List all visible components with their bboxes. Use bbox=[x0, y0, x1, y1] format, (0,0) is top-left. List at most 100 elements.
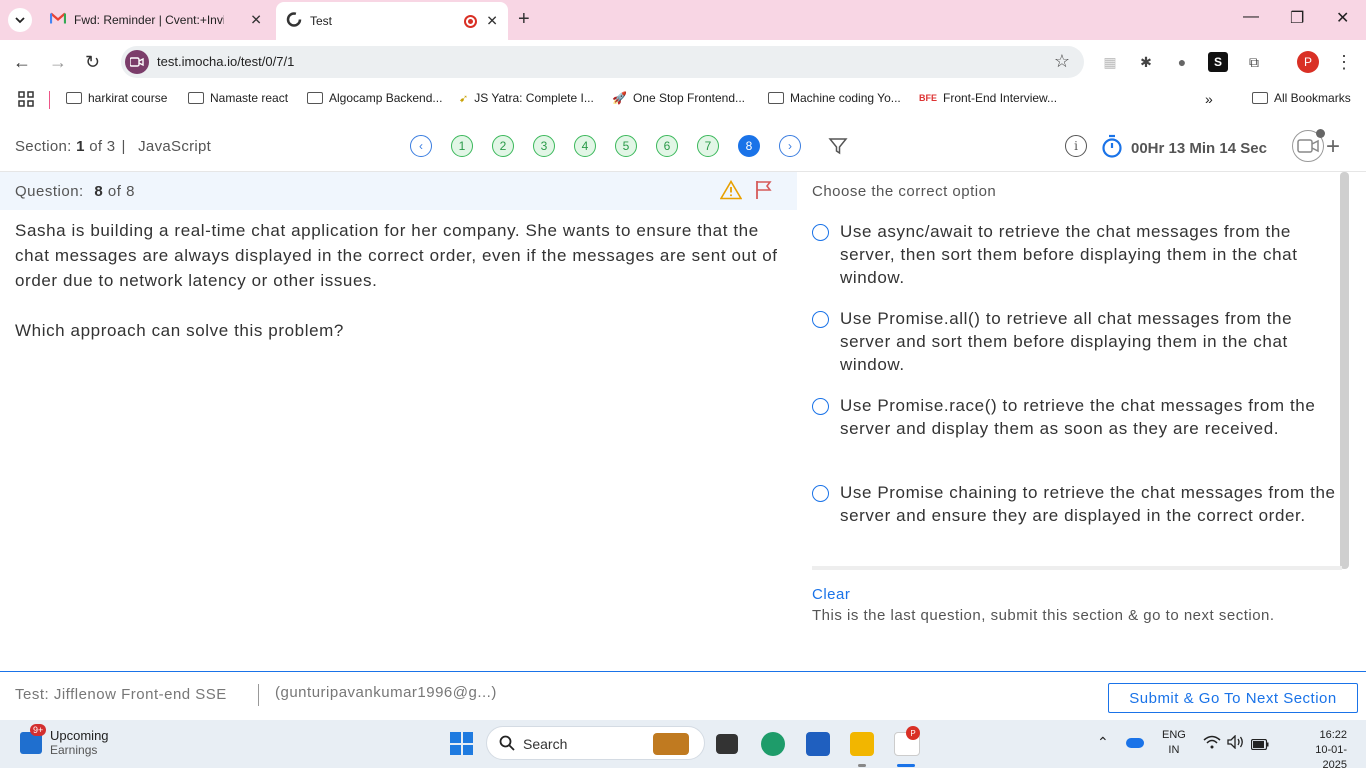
radio-button[interactable] bbox=[812, 485, 829, 502]
question-bubble-5[interactable]: 5 bbox=[615, 135, 637, 157]
file-explorer-icon[interactable] bbox=[850, 732, 874, 756]
bfe-icon: BFE bbox=[919, 93, 937, 103]
radio-button[interactable] bbox=[812, 311, 829, 328]
report-warning-icon[interactable] bbox=[719, 179, 743, 205]
question-bubble-3[interactable]: 3 bbox=[533, 135, 555, 157]
system-clock[interactable]: 16:22 10-01-2025 bbox=[1305, 728, 1347, 773]
language-indicator[interactable]: ENG IN bbox=[1162, 728, 1186, 758]
site-info-icon[interactable] bbox=[125, 50, 149, 74]
store-icon[interactable] bbox=[806, 732, 830, 756]
bookmark-item[interactable]: Algocamp Backend... bbox=[307, 91, 442, 105]
folder-icon bbox=[66, 92, 82, 104]
more-bookmarks-icon[interactable]: » bbox=[1205, 91, 1213, 107]
extension-beetle-icon[interactable]: ● bbox=[1172, 52, 1192, 72]
search-highlight-icon bbox=[653, 733, 689, 755]
tab-search-button[interactable] bbox=[8, 8, 32, 32]
folder-icon bbox=[307, 92, 323, 104]
browser-chrome: Fwd: Reminder | Cvent:+Invitati ✕ Test ✕… bbox=[0, 0, 1366, 120]
back-icon[interactable]: ← bbox=[13, 52, 31, 73]
radio-button[interactable] bbox=[812, 398, 829, 415]
close-icon[interactable]: ✕ bbox=[486, 13, 498, 30]
question-bubble-2[interactable]: 2 bbox=[492, 135, 514, 157]
question-bubble-1[interactable]: 1 bbox=[451, 135, 473, 157]
wifi-icon[interactable] bbox=[1203, 735, 1221, 752]
task-view-icon[interactable] bbox=[716, 734, 738, 754]
tab-test[interactable]: Test ✕ bbox=[276, 2, 508, 40]
chrome-icon[interactable]: P bbox=[894, 726, 920, 756]
info-icon[interactable]: i bbox=[1065, 135, 1087, 157]
imocha-icon bbox=[286, 12, 302, 31]
answer-option-2[interactable]: Use Promise.all() to retrieve all chat m… bbox=[812, 307, 1342, 376]
question-bubble-6[interactable]: 6 bbox=[656, 135, 678, 157]
widgets-button[interactable]: 9+ Upcoming Earnings bbox=[20, 723, 109, 757]
question-header: Question: 8 of 8 bbox=[0, 172, 797, 210]
bookmark-item[interactable]: ➹ JS Yatra: Complete I... bbox=[459, 91, 594, 105]
radio-button[interactable] bbox=[812, 224, 829, 241]
close-icon[interactable]: ✕ bbox=[250, 12, 262, 29]
option-label[interactable]: Use async/await to retrieve the chat mes… bbox=[840, 220, 1342, 289]
extension-icon[interactable]: ▦ bbox=[1100, 52, 1120, 72]
question-paragraph: Sasha is building a real-time chat appli… bbox=[15, 221, 778, 290]
question-bubble-7[interactable]: 7 bbox=[697, 135, 719, 157]
volume-icon[interactable] bbox=[1227, 734, 1245, 754]
extension-bug-icon[interactable]: ✱ bbox=[1136, 52, 1156, 72]
folder-icon bbox=[188, 92, 204, 104]
bookmark-label: Namaste react bbox=[210, 91, 289, 105]
bookmark-label: JS Yatra: Complete I... bbox=[474, 91, 594, 105]
onedrive-icon[interactable] bbox=[1126, 738, 1144, 748]
forward-icon[interactable]: → bbox=[49, 52, 67, 73]
expand-plus-icon[interactable]: + bbox=[1326, 133, 1340, 161]
profile-avatar[interactable]: P bbox=[1297, 51, 1319, 73]
more-menu-icon[interactable]: ⋮ bbox=[1334, 52, 1354, 72]
question-bubble-8[interactable]: 8 bbox=[738, 135, 760, 157]
flag-icon[interactable] bbox=[755, 180, 773, 205]
bookmark-item[interactable]: BFE Front-End Interview... bbox=[919, 91, 1057, 105]
restore-icon[interactable]: ❐ bbox=[1290, 8, 1304, 28]
answer-option-3[interactable]: Use Promise.race() to retrieve the chat … bbox=[812, 394, 1342, 440]
clock-date: 10-01-2025 bbox=[1315, 744, 1347, 771]
next-question-button[interactable]: › bbox=[779, 135, 801, 157]
filter-icon[interactable] bbox=[828, 136, 848, 161]
address-bar[interactable]: test.imocha.io/test/0/7/1 ☆ bbox=[121, 46, 1084, 78]
bookmark-item[interactable]: harkirat course bbox=[66, 91, 167, 105]
battery-icon[interactable] bbox=[1250, 737, 1269, 755]
option-label[interactable]: Use Promise chaining to retrieve the cha… bbox=[840, 481, 1342, 527]
reload-icon[interactable]: ↻ bbox=[85, 52, 100, 73]
folder-icon bbox=[768, 92, 784, 104]
submit-section-button[interactable]: Submit & Go To Next Section bbox=[1108, 683, 1358, 713]
test-header: Section: 1 of 3 | JavaScript ‹ 1 2 3 4 5 … bbox=[0, 122, 1366, 172]
answer-option-4[interactable]: Use Promise chaining to retrieve the cha… bbox=[812, 481, 1342, 527]
apps-grid-icon[interactable] bbox=[18, 91, 34, 107]
search-placeholder: Search bbox=[523, 736, 568, 752]
prev-question-button[interactable]: ‹ bbox=[410, 135, 432, 157]
search-icon bbox=[499, 735, 515, 755]
answer-option-1[interactable]: Use async/await to retrieve the chat mes… bbox=[812, 220, 1342, 289]
edge-icon[interactable] bbox=[761, 732, 785, 756]
start-windows-icon[interactable] bbox=[450, 732, 473, 755]
option-label[interactable]: Use Promise.race() to retrieve the chat … bbox=[840, 394, 1342, 440]
new-tab-button[interactable]: + bbox=[518, 8, 530, 31]
bookmark-item[interactable]: 🚀 One Stop Frontend... bbox=[612, 91, 745, 105]
url-text[interactable]: test.imocha.io/test/0/7/1 bbox=[157, 54, 294, 69]
minimize-icon[interactable]: — bbox=[1243, 8, 1259, 26]
question-bubble-4[interactable]: 4 bbox=[574, 135, 596, 157]
option-label[interactable]: Use Promise.all() to retrieve all chat m… bbox=[840, 307, 1342, 376]
question-text: Sasha is building a real-time chat appli… bbox=[15, 218, 785, 368]
question-of-total: of 8 bbox=[107, 183, 135, 200]
footer-divider bbox=[258, 684, 259, 706]
tray-chevron-icon[interactable]: ⌃ bbox=[1097, 734, 1109, 751]
answer-scrollbar[interactable] bbox=[1340, 172, 1349, 569]
extension-s-icon[interactable]: S bbox=[1208, 52, 1228, 72]
close-window-icon[interactable]: ✕ bbox=[1336, 8, 1349, 28]
clear-button[interactable]: Clear bbox=[812, 586, 850, 603]
taskbar-search[interactable]: Search bbox=[486, 726, 705, 760]
bookmark-star-icon[interactable]: ☆ bbox=[1054, 51, 1070, 72]
all-bookmarks[interactable]: All Bookmarks bbox=[1252, 91, 1351, 105]
gmail-icon bbox=[49, 12, 67, 28]
tab-title: Fwd: Reminder | Cvent:+Invitati bbox=[74, 13, 224, 27]
tab-gmail[interactable]: Fwd: Reminder | Cvent:+Invitati ✕ bbox=[40, 0, 272, 40]
bookmark-item[interactable]: Namaste react bbox=[188, 91, 288, 105]
bookmark-item[interactable]: Machine coding Yo... bbox=[768, 91, 901, 105]
camera-status-dot bbox=[1316, 129, 1325, 138]
puzzle-icon[interactable]: ⧉ bbox=[1244, 52, 1264, 72]
